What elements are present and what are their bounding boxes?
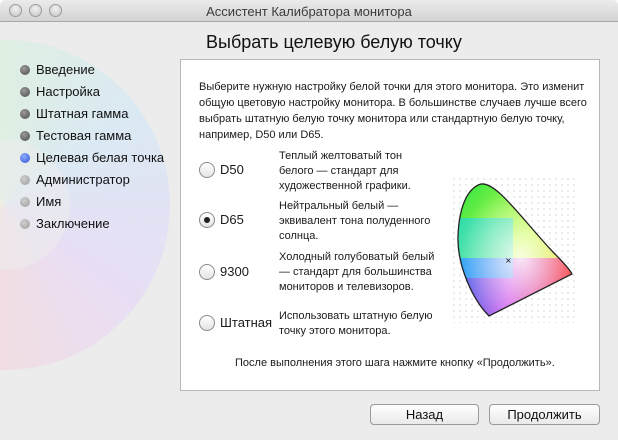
page-title: Выбрать целевую белую точку	[206, 32, 462, 52]
chromaticity-diagram: ×	[453, 178, 577, 323]
radio-9300[interactable]	[199, 264, 215, 280]
step-label: Целевая белая точка	[36, 150, 165, 165]
calibrator-window: Ассистент Калибратора монитора Выбрать ц…	[0, 0, 618, 440]
step-status-icon	[20, 219, 30, 229]
option-d50-description: Теплый желтоватый тон белого — стандарт …	[279, 150, 411, 192]
step-status-icon	[20, 175, 30, 185]
steps-list: Введение Настройка Штатная гамма Тестова…	[20, 60, 164, 236]
step-label: Администратор	[36, 172, 130, 187]
step-status-icon	[20, 153, 30, 163]
step-item-admin: Администратор	[20, 170, 164, 192]
step-status-icon	[20, 131, 30, 141]
option-9300-description: Холодный голубоватый белый — стандарт дл…	[279, 251, 435, 293]
option-9300-label[interactable]: 9300	[220, 264, 249, 279]
step-label: Штатная гамма	[36, 106, 129, 121]
option-d65-label[interactable]: D65	[220, 212, 244, 227]
option-d65-description: Нейтральный белый — эквивалент тона полу…	[279, 200, 431, 242]
intro-text: Выберите нужную настройку белой точки дл…	[199, 81, 587, 141]
step-item-native-gamma: Штатная гамма	[20, 104, 164, 126]
step-item-intro: Введение	[20, 60, 164, 82]
step-item-target-gamma: Тестовая гамма	[20, 126, 164, 148]
white-point-marker: ×	[505, 256, 512, 265]
option-native-description: Использовать штатную белую точку этого м…	[279, 310, 433, 337]
step-item-name: Имя	[20, 192, 164, 214]
radio-native[interactable]	[199, 315, 215, 331]
back-button[interactable]: Назад	[370, 404, 479, 425]
step-status-icon	[20, 87, 30, 97]
step-status-icon	[20, 197, 30, 207]
content-panel: Выберите нужную настройку белой точки дл…	[180, 59, 600, 391]
footer-note: После выполнения этого шага нажмите кноп…	[235, 357, 555, 369]
step-label: Настройка	[36, 84, 100, 99]
title-bar[interactable]: Ассистент Калибратора монитора	[0, 0, 618, 22]
step-item-white-point: Целевая белая точка	[20, 148, 164, 170]
step-item-conclusion: Заключение	[20, 214, 164, 236]
option-d50-label[interactable]: D50	[220, 162, 244, 177]
window-title: Ассистент Калибратора монитора	[206, 4, 412, 19]
step-label: Введение	[36, 62, 95, 77]
step-status-icon	[20, 65, 30, 75]
radio-d65[interactable]	[199, 212, 215, 228]
step-label: Тестовая гамма	[36, 128, 132, 143]
step-item-setup: Настройка	[20, 82, 164, 104]
continue-button[interactable]: Продолжить	[489, 404, 600, 425]
step-label: Имя	[36, 194, 62, 209]
radio-d50[interactable]	[199, 162, 215, 178]
option-native-label[interactable]: Штатная	[220, 315, 272, 330]
step-label: Заключение	[36, 216, 110, 231]
step-status-icon	[20, 109, 30, 119]
